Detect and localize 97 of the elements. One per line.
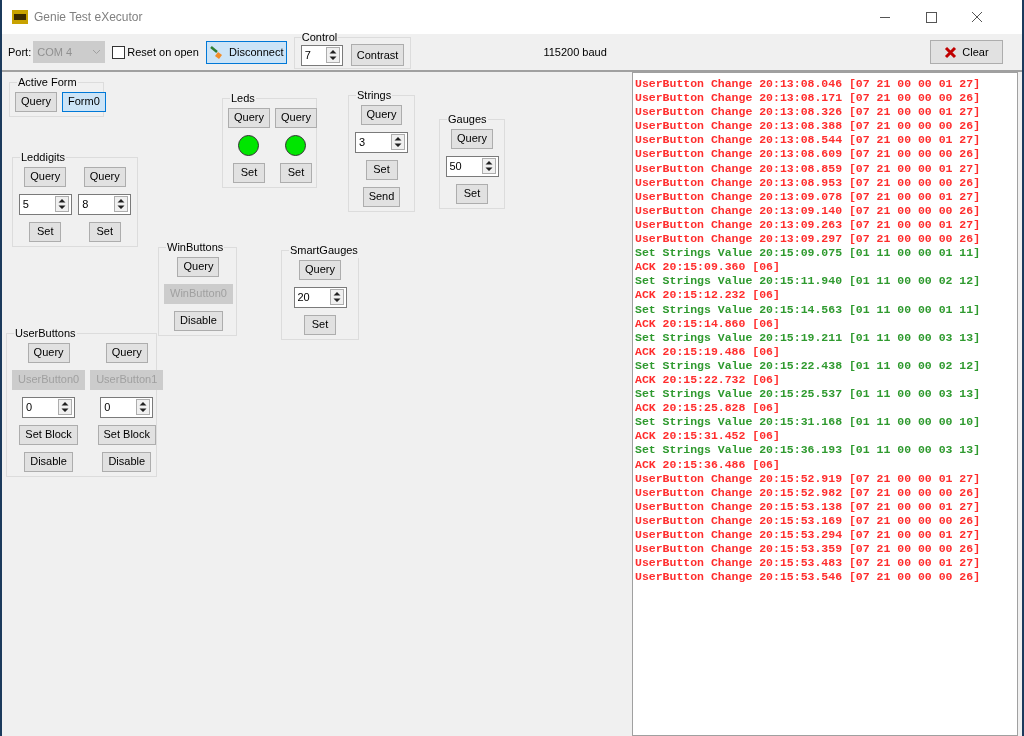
log-line: ACK 20:15:25.828 [06] [635,401,781,416]
log-line: UserButton Change 20:13:08.388 [07 21 00 00 00 26] [635,119,982,134]
app-logo-icon [12,10,28,24]
set-button[interactable]: Set [279,162,312,183]
log-line: UserButton Change 20:13:08.171 [07 21 00 00 00 26] [635,91,982,106]
log-line: UserButton Change 20:13:08.326 [07 21 00 00 01 27] [635,105,982,120]
form-button[interactable]: Disable [174,310,223,331]
group-title: Leds [230,92,256,106]
log-line: ACK 20:15:14.860 [06] [635,316,781,331]
set-button[interactable]: Set [29,221,62,242]
log-line: ACK 20:15:12.232 [06] [635,288,781,303]
chevron-down-icon [92,49,102,55]
log-line: UserButton Change 20:13:08.953 [07 21 00 00 00 26] [635,175,982,190]
form-button[interactable]: Query [299,259,341,280]
spin-arrows-icon[interactable] [136,399,151,416]
group-title: Active Form [17,76,78,90]
log-line: UserButton Change 20:13:08.046 [07 21 00 00 01 27] [635,77,982,92]
form-button[interactable]: Send [362,186,401,207]
set-button[interactable]: Set [233,162,265,183]
form-button[interactable]: Query [228,107,270,128]
log-line: UserButton Change 20:13:09.263 [07 21 00 00 01 27] [635,217,982,233]
group-title: SmartGauges [289,244,359,258]
spin-arrows-icon[interactable] [329,289,344,306]
port-label: Port: [8,44,32,60]
log-line: ACK 20:15:31.452 [06] [635,429,781,444]
group-title: Gauges [447,113,488,127]
window-title: Genie Test eXecutor [34,9,143,26]
log-line: ACK 20:15:36.486 [06] [635,457,781,472]
form-button[interactable]: Query [105,342,148,363]
group-title: WinButtons [166,241,225,255]
form-button[interactable]: Query [83,166,126,187]
log-line: Set Strings Value 20:15:19.211 [01 11 00 00 03 13] [635,330,982,345]
spin-field[interactable]: 5 [18,193,72,215]
form-button[interactable]: Query [360,104,403,125]
contrast-button[interactable]: Contrast [350,44,405,67]
group-title: Leddigits [20,151,67,165]
spin-arrows-icon[interactable] [391,134,405,151]
log-line: UserButton Change 20:13:09.078 [07 21 00 00 01 27] [635,189,982,204]
log-line: UserButton Change 20:15:53.359 [07 21 00 00 00 26] [635,542,982,557]
disconnect-button[interactable]: Disconnect [205,40,287,64]
log-line: UserButton Change 20:15:52.982 [07 21 00 00 00 26] [635,485,982,500]
form-button[interactable]: Form0 [61,91,106,112]
log-line: ACK 20:15:19.486 [06] [635,344,781,359]
group-title: Strings [356,89,393,103]
log-line: UserButton Change 20:15:53.294 [07 21 00 00 01 27] [635,528,982,543]
form-button[interactable]: Query [15,91,57,112]
reset-checkbox[interactable] [112,45,126,59]
set-button[interactable]: Set [304,314,336,335]
close-icon [944,45,958,59]
spin-arrows-icon[interactable] [54,196,69,213]
log-line: UserButton Change 20:13:09.140 [07 21 00 00 00 26] [635,203,982,218]
spin-arrows-icon[interactable] [58,399,73,416]
form-button[interactable]: Disable [24,451,73,472]
spin-field[interactable]: 8 [78,193,132,215]
log-line: UserButton Change 20:13:09.297 [07 21 00 00 00 26] [635,232,982,247]
form-button[interactable]: Set Block [19,424,78,445]
set-button[interactable]: Set [365,159,398,180]
log-line: UserButton Change 20:13:08.544 [07 21 00 00 01 27] [635,133,982,148]
form-button[interactable]: Query [27,342,70,363]
log-line: Set Strings Value 20:15:31.168 [01 11 00 00 00 10] [635,415,982,430]
form-button[interactable]: Query [24,166,67,187]
log-line: Set Strings Value 20:15:14.563 [01 11 00 00 01 11] [635,302,982,317]
spin-arrows-icon[interactable] [481,158,496,175]
log-line: Set Strings Value 20:15:25.537 [01 11 00 00 03 13] [635,387,982,402]
form-button[interactable]: Query [451,128,493,149]
form-button[interactable]: Query [177,256,220,277]
log-line: ACK 20:15:09.360 [06] [635,260,781,275]
reset-checkbox-label: Reset on open [127,44,199,60]
spin-field[interactable]: 0 [22,396,76,418]
form-button[interactable]: Disable [102,451,152,472]
spin-field[interactable]: 7 [300,44,343,66]
log-line: UserButton Change 20:15:53.169 [07 21 00 00 00 26] [635,513,982,528]
clear-button[interactable]: Clear [930,40,1003,64]
spin-arrows-icon[interactable] [114,196,129,213]
log-line: Set Strings Value 20:15:11.940 [01 11 00 00 02 12] [635,274,982,289]
log-line: UserButton Change 20:13:08.609 [07 21 00 00 00 26] [635,147,982,162]
group-title: UserButtons [14,327,77,341]
baud-rate-label: 115200 baud [543,44,607,60]
spin-arrows-icon[interactable] [325,47,340,64]
log-line: UserButton Change 20:15:53.483 [07 21 00 00 01 27] [635,556,982,571]
log-line: ACK 20:15:22.732 [06] [635,372,781,388]
spin-field[interactable]: 3 [355,131,408,153]
group-title: Control [300,30,339,45]
set-button[interactable]: Set [456,183,488,204]
log-line: UserButton Change 20:15:52.919 [07 21 00 00 01 27] [635,471,982,486]
form-button[interactable]: Set Block [97,424,156,445]
spin-field[interactable]: 0 [100,396,154,418]
log-line: Set Strings Value 20:15:36.193 [01 11 00 00 03 13] [635,443,982,458]
spin-field[interactable]: 20 [293,286,347,308]
set-button[interactable]: Set [88,221,121,242]
log-line: UserButton Change 20:15:53.138 [07 21 00 00 01 27] [635,499,982,514]
log-line: Set Strings Value 20:15:09.075 [01 11 00 00 01 11] [635,246,982,261]
spin-field[interactable]: 50 [445,155,499,177]
log-line: Set Strings Value 20:15:22.438 [01 11 00 00 02 12] [635,358,982,373]
log-line: UserButton Change 20:13:08.859 [07 21 00 00 01 27] [635,161,982,176]
form-button[interactable]: Query [274,107,317,128]
log-line: UserButton Change 20:15:53.546 [07 21 00 00 00 26] [635,570,982,585]
